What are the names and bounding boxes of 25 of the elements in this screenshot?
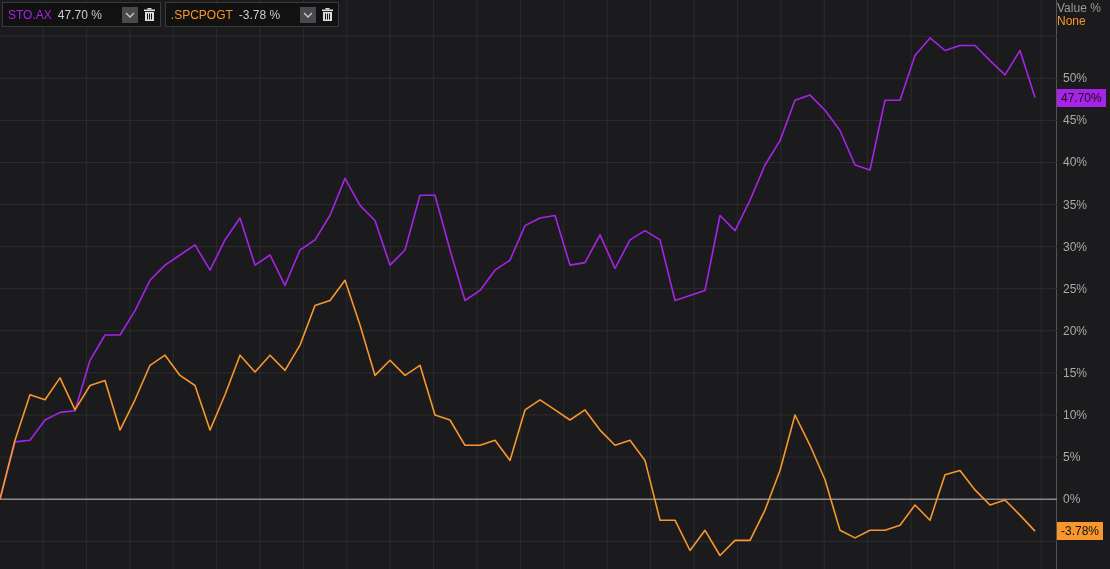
series-symbol: STO.AX [8,6,52,24]
axis-tick-label: 45% [1063,112,1088,130]
series-value: 47.70 % [57,6,102,24]
axis-tick-label: 30% [1063,238,1088,256]
axis-tick-label: 25% [1063,280,1088,298]
axis-tick-label: 20% [1063,322,1088,340]
axis-tick-label: 35% [1063,196,1088,214]
value-tag: -3.78% [1057,522,1104,541]
trash-icon[interactable] [143,8,155,21]
chevron-down-icon [124,11,135,18]
dropdown-button[interactable] [121,6,138,23]
axis-tick-label: 5% [1063,449,1081,467]
dropdown-button[interactable] [300,6,317,23]
axis-tick-label: 10% [1063,406,1088,424]
series-symbol: .SPCPOGT [170,6,233,24]
value-tag: 47.70% [1057,88,1106,107]
series-value: -3.78 % [238,6,281,24]
trash-icon[interactable] [322,8,334,21]
axis-mode-label[interactable]: None [1057,15,1086,28]
axis-tick-label: 15% [1063,364,1088,382]
axis-title: Value % [1057,2,1101,15]
axis-tick-label: 40% [1063,154,1088,172]
axis-tick-label: 0% [1063,491,1081,509]
axis-tick-label: 50% [1063,70,1088,88]
chevron-down-icon [303,11,314,18]
